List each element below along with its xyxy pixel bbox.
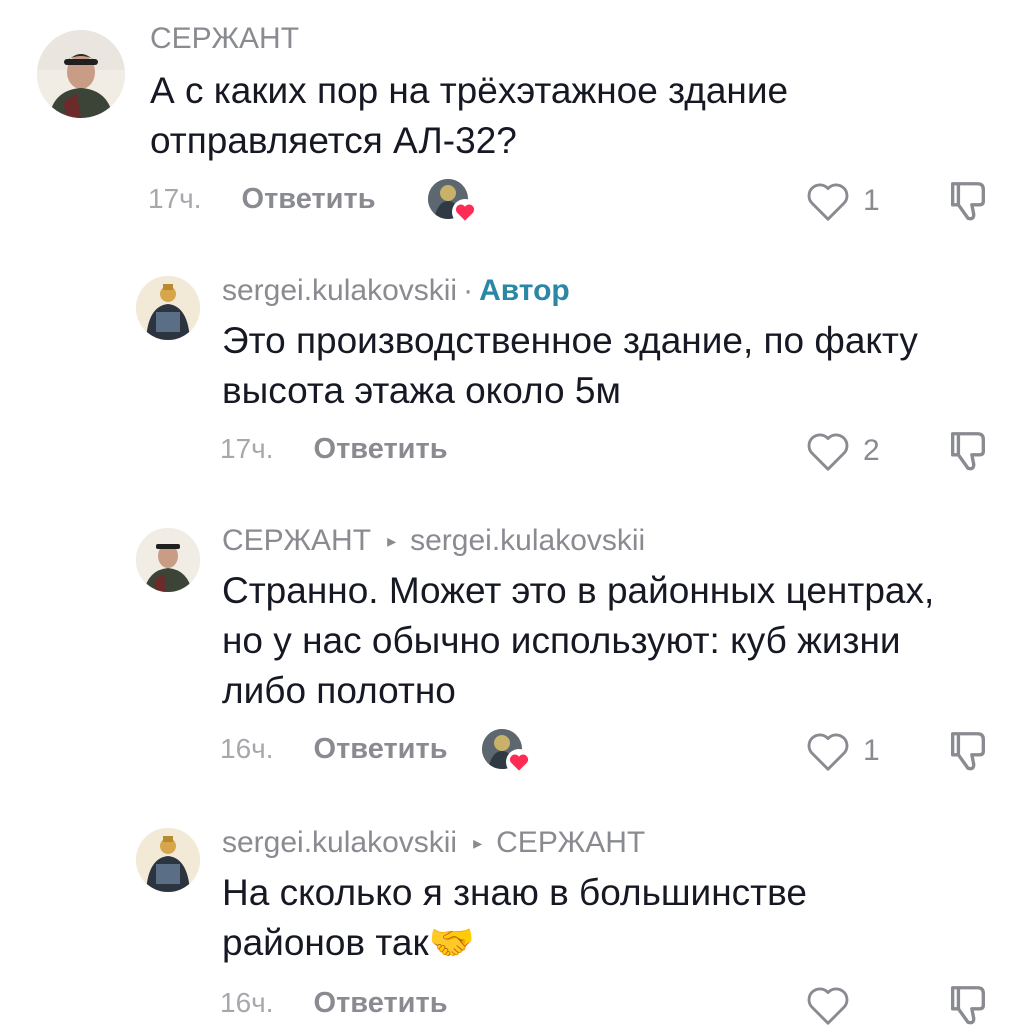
comment-text-line: высота этажа около 5м [222, 370, 621, 411]
thumbs-down-outline-icon[interactable] [945, 728, 991, 774]
like-button[interactable]: 1 [805, 726, 880, 776]
reply-to-name[interactable]: sergei.kulakovskii [410, 524, 645, 558]
like-count: 1 [863, 734, 880, 767]
avatar[interactable] [37, 30, 125, 118]
comment-text-line: А с каких пор на трёхэтажное здание [150, 70, 789, 111]
creator-liked-badge [481, 729, 532, 775]
author-name[interactable]: sergei.kulakovskii [222, 274, 457, 308]
comment-time: 17ч. [148, 183, 202, 214]
comment-author[interactable]: sergei.kulakovskii ▸ СЕРЖАНТ [222, 826, 645, 860]
comment-author[interactable]: СЕРЖАНТ [150, 22, 299, 56]
avatar[interactable] [136, 828, 200, 892]
comment-meta: 16ч. Ответить [220, 724, 532, 775]
reply-to-name[interactable]: СЕРЖАНТ [496, 826, 645, 860]
author-name[interactable]: СЕРЖАНТ [222, 524, 371, 558]
reply-button[interactable]: Ответить [314, 733, 448, 766]
author-name[interactable]: sergei.kulakovskii [222, 826, 457, 860]
like-count: 1 [863, 184, 880, 217]
heart-outline-icon [807, 987, 849, 1025]
comment-text-line: Странно. Может это в районных центрах, [222, 570, 935, 611]
comment-text-line: отправляется АЛ-32? [150, 120, 517, 161]
like-button[interactable]: 1 [805, 176, 880, 226]
comment-text-line: На сколько я знаю в большинстве [222, 872, 807, 913]
reply-arrow-icon: ▸ [473, 832, 483, 853]
comment-meta: 17ч. Ответить [220, 424, 448, 474]
comment-time: 17ч. [220, 433, 274, 464]
like-count: 2 [863, 434, 880, 467]
like-button[interactable]: 2 [805, 426, 880, 476]
comment-text-line: Это производственное здание, по факту [222, 320, 918, 361]
avatar[interactable] [136, 276, 200, 340]
comment-meta: 16ч. Ответить [220, 978, 448, 1028]
thumbs-down-outline-icon[interactable] [945, 428, 991, 474]
comment-time: 16ч. [220, 987, 274, 1018]
thumbs-down-outline-icon[interactable] [945, 178, 991, 224]
comment-text: Странно. Может это в районных центрах, н… [222, 566, 1022, 716]
comment-text-line: районов так🤝 [222, 922, 475, 963]
creator-liked-badge [427, 179, 478, 225]
comment-text-line: но у нас обычно используют: куб жизни [222, 620, 901, 661]
separator: · [463, 274, 474, 307]
thumbs-down-outline-icon[interactable] [945, 982, 991, 1028]
avatar[interactable] [136, 528, 200, 592]
comment-text-line: либо полотно [222, 670, 456, 711]
reply-button[interactable]: Ответить [314, 433, 448, 466]
comment-time: 16ч. [220, 733, 274, 764]
author-name[interactable]: СЕРЖАНТ [150, 22, 299, 56]
reply-button[interactable]: Ответить [314, 987, 448, 1020]
comment-text: А с каких пор на трёхэтажное здание отпр… [150, 66, 950, 166]
reply-button[interactable]: Ответить [242, 183, 376, 216]
creator-liked-heart-icon [505, 749, 532, 775]
author-badge: Автор [479, 274, 570, 307]
comment-text: Это производственное здание, по факту вы… [222, 316, 1022, 416]
heart-outline-icon [807, 183, 849, 221]
comment-text: На сколько я знаю в большинстве районов … [222, 868, 1022, 968]
comment-meta: 17ч. Ответить [148, 174, 478, 225]
reply-arrow-icon: ▸ [387, 530, 397, 551]
heart-outline-icon [807, 733, 849, 771]
like-button[interactable] [805, 980, 879, 1030]
comment-author[interactable]: sergei.kulakovskii · Автор [222, 274, 570, 308]
creator-liked-heart-icon [451, 199, 478, 225]
heart-outline-icon [807, 433, 849, 471]
comment-author[interactable]: СЕРЖАНТ ▸ sergei.kulakovskii [222, 524, 645, 558]
